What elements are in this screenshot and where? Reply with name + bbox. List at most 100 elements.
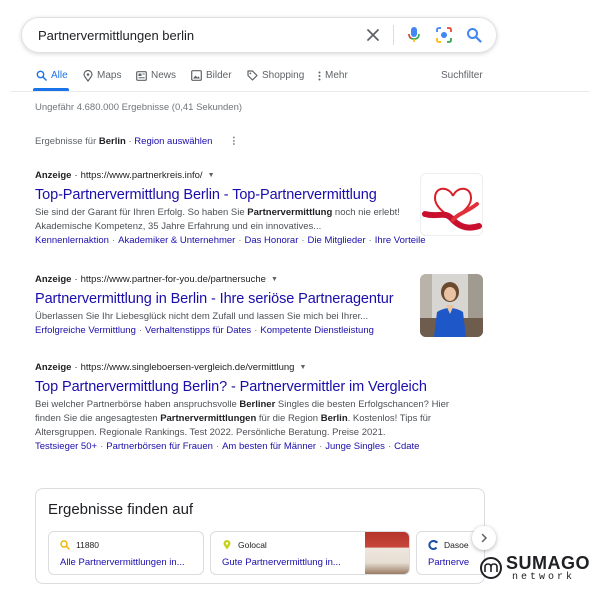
ad-header: Anzeige · https://www.singleboersen-verg… [35, 362, 490, 373]
search-bar[interactable]: Partnervermittlungen berlin [21, 17, 497, 53]
more-vert-icon [317, 70, 322, 81]
sitelink[interactable]: Testsieger 50+ [35, 441, 97, 452]
finder-title: Ergebnisse finden auf [48, 501, 194, 518]
card-site-name: Dasoe [444, 540, 469, 550]
card-thumbnail [365, 532, 409, 574]
sitelink[interactable]: Akademiker & Unternehmer [118, 235, 235, 246]
tab-maps[interactable]: Maps [82, 69, 122, 82]
news-icon [136, 70, 147, 81]
brand-subtitle: network [512, 572, 576, 583]
card-link[interactable]: Alle Partnervermittlungen in... [60, 557, 185, 568]
desc-text: für die Region [256, 413, 321, 424]
tab-label: Bilder [206, 70, 232, 81]
search-icon [36, 70, 47, 81]
tab-label: Maps [97, 70, 122, 81]
lens-camera-icon[interactable] [434, 25, 454, 45]
desc-text: Bei welcher Partnerbörse haben anspruchs… [35, 399, 240, 410]
ad-result-3: Anzeige · https://www.singleboersen-verg… [35, 362, 490, 452]
search-icon[interactable] [464, 25, 484, 45]
sitelink-separator: · [111, 235, 116, 246]
sitelink[interactable]: Junge Singles [325, 441, 385, 452]
search-input[interactable]: Partnervermittlungen berlin [38, 28, 363, 43]
tab-mehr[interactable]: Mehr [317, 70, 348, 81]
desc-bold: Partnervermittlung [247, 207, 333, 218]
sitelink[interactable]: Am besten für Männer [222, 441, 316, 452]
ad-url[interactable]: https://www.singleboersen-vergleich.de/v… [81, 362, 295, 373]
search-icon [60, 540, 70, 550]
card-link[interactable]: Gute Partnervermittlung in... [222, 557, 341, 568]
desc-bold: Berlin [320, 413, 348, 424]
desc-bold: Berliner [239, 399, 276, 410]
sitelink[interactable]: Erfolgreiche Vermittlung [35, 325, 136, 336]
caret-down-icon[interactable]: ▼ [208, 172, 215, 179]
tab-label: Shopping [262, 70, 305, 81]
sitelink-separator: · [387, 441, 392, 452]
map-pin-icon [82, 69, 93, 82]
tab-label: Alle [51, 70, 68, 81]
ad-dot: · [74, 274, 78, 285]
region-prefix: Ergebnisse für [35, 136, 97, 147]
sitelink[interactable]: Ihre Vorteile [375, 235, 426, 246]
ad-dot: · [74, 362, 78, 373]
ad-dot: · [74, 170, 78, 181]
ad-description: Überlassen Sie Ihr Liebesglück nicht dem… [35, 310, 415, 324]
location-pin-icon [222, 540, 232, 550]
card-site: 11880 [60, 540, 99, 550]
finder-card-golocal[interactable]: Golocal Gute Partnervermittlung in... [210, 531, 410, 575]
ad-url[interactable]: https://www.partnerkreis.info/ [81, 170, 203, 181]
ad-description: Sie sind der Garant für Ihren Erfolg. So… [35, 206, 405, 234]
ad-badge: Anzeige [35, 170, 72, 181]
sitelink-separator: · [319, 441, 323, 452]
caret-down-icon[interactable]: ▼ [271, 276, 278, 283]
card-site: Dasoe [428, 540, 469, 550]
sitelink[interactable]: Verhaltenstipps für Dates [145, 325, 251, 336]
clear-icon[interactable] [363, 25, 383, 45]
sumago-watermark: SUMAGO network [480, 553, 590, 587]
result-stats: Ungefähr 4.680.000 Ergebnisse (0,41 Seku… [35, 102, 243, 113]
ad-thumbnail-heart[interactable] [420, 173, 483, 236]
carousel-next-button[interactable] [472, 526, 496, 550]
finder-card-11880[interactable]: 11880 Alle Partnervermittlungen in... [48, 531, 204, 575]
tab-alle[interactable]: Alle [36, 70, 68, 81]
image-icon [191, 70, 202, 81]
ad-badge: Anzeige [35, 362, 72, 373]
ad-sitelinks: Testsieger 50+ · Partnerbörsen für Frauen ·… [35, 441, 490, 452]
tab-label: Mehr [325, 70, 348, 81]
sitelink[interactable]: Das Honorar [245, 235, 299, 246]
find-results-on-panel: Ergebnisse finden auf 11880 Alle Partner… [35, 488, 485, 584]
ad-title-link[interactable]: Top Partnervermittlung Berlin? - Partner… [35, 379, 490, 395]
card-site: Golocal [222, 540, 267, 550]
sitelink[interactable]: Cdate [394, 441, 419, 452]
sumago-logo-icon [480, 557, 502, 579]
ad-thumbnail-person[interactable] [420, 274, 483, 337]
desc-bold: Partnervermittlungen [160, 413, 257, 424]
sitelink-separator: · [254, 325, 258, 336]
tab-shopping[interactable]: Shopping [247, 70, 304, 81]
card-site-name: Golocal [238, 540, 267, 550]
tab-news[interactable]: News [136, 70, 176, 81]
caret-down-icon[interactable]: ▼ [299, 364, 306, 371]
sitelink-separator: · [368, 235, 372, 246]
sitelink-separator: · [301, 235, 305, 246]
sitelink-separator: · [238, 235, 242, 246]
sitelink[interactable]: Die Mitglieder [308, 235, 366, 246]
search-divider [393, 25, 394, 45]
tab-label: News [151, 70, 177, 81]
more-options-icon[interactable]: ⋮ [229, 136, 238, 147]
search-tools-button[interactable]: Suchfilter [441, 70, 483, 81]
region-select-link[interactable]: Region auswählen [134, 136, 212, 147]
card-link[interactable]: Partnerve [428, 557, 469, 568]
card-site-name: 11880 [76, 540, 100, 550]
region-separator: · [128, 136, 132, 147]
ad-url[interactable]: https://www.partner-for-you.de/partnersu… [81, 274, 266, 285]
desc-text: Sie sind der Garant für Ihren Erfolg. So… [35, 207, 248, 218]
tab-bilder[interactable]: Bilder [191, 70, 232, 81]
region-location: Berlin [98, 136, 126, 147]
microphone-icon[interactable] [404, 25, 424, 45]
sitelink-separator: · [215, 441, 220, 452]
sitelink[interactable]: Partnerbörsen für Frauen [106, 441, 213, 452]
sitelink[interactable]: Kennenlernaktion [35, 235, 109, 246]
sitelink-separator: · [138, 325, 143, 336]
region-line: Ergebnisse für Berlin · Region auswählen… [35, 136, 239, 147]
sitelink[interactable]: Kompetente Dienstleistung [260, 325, 374, 336]
